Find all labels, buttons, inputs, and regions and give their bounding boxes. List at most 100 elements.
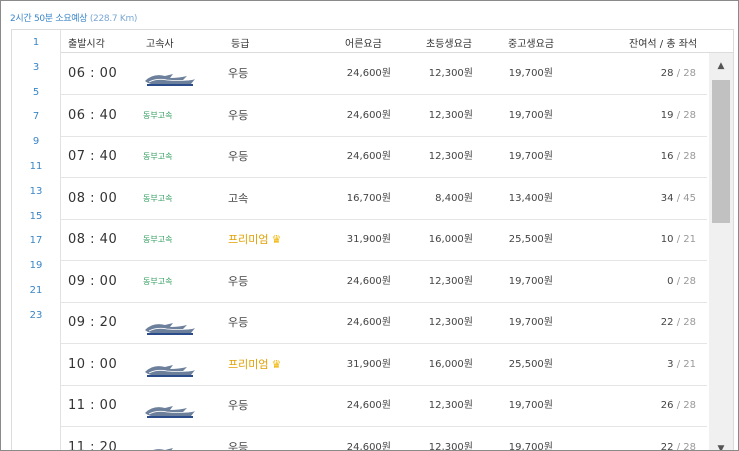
departure-time: 06 : 00 xyxy=(68,66,118,81)
scrollbar-thumb[interactable] xyxy=(712,80,730,223)
seats-cell: 0 / 28 xyxy=(667,261,696,302)
hour-filter-list: 1 3 5 7 9 11 13 15 17 19 21 23 xyxy=(12,30,61,450)
departure-time: 09 : 00 xyxy=(68,273,118,289)
cheonil-bus-logo-icon xyxy=(143,397,197,418)
teen-fare: 19,700원 xyxy=(508,441,553,451)
adult-fare: 16,700원 xyxy=(346,192,391,204)
trip-distance: (228.7 Km) xyxy=(89,14,138,24)
child-fare: 12,300원 xyxy=(428,151,473,162)
grade-label: 우등 xyxy=(228,108,249,122)
table-row[interactable]: 09 : 20 우등 24,600원 12,300원 19,700원 22 / 28 xyxy=(61,302,707,344)
teen-fare: 19,700원 xyxy=(508,400,553,411)
table-row[interactable]: 11 : 20 우등 24,600원 12,300원 19,700원 22 / 28 xyxy=(61,427,707,451)
child-fare: 16,000원 xyxy=(428,234,473,245)
remaining-seats: 26 xyxy=(660,400,674,411)
table-row[interactable]: 08 : 00 동부고속 고속 16,700원 8,400원 13,400원 34 / 45 xyxy=(61,178,707,220)
header-child-fare: 초등생요금 xyxy=(426,39,472,50)
seats-cell: 19 / 28 xyxy=(661,95,696,136)
seats-cell: 16 / 28 xyxy=(661,136,696,177)
remaining-seats: 34 xyxy=(660,192,674,204)
grade-cell: 우등 xyxy=(228,95,248,136)
scroll-up-arrow-icon[interactable]: ▲ xyxy=(709,57,733,75)
hour-filter-21[interactable]: 21 xyxy=(12,285,60,296)
trip-duration: 2시간 50분 소요예상 xyxy=(10,14,88,24)
company-cell: 동부고속 xyxy=(143,261,203,302)
grade-cell: 고속 xyxy=(228,178,248,219)
total-seats: / 28 xyxy=(676,275,696,287)
teen-fare: 19,700원 xyxy=(508,109,553,121)
table-row[interactable]: 07 : 40 동부고속 우등 24,600원 12,300원 19,700원 16 / 2… xyxy=(61,136,707,178)
hour-filter-1[interactable]: 1 xyxy=(12,37,60,48)
grade-label: 우등 xyxy=(228,399,249,412)
hour-filter-3[interactable]: 3 xyxy=(12,62,60,73)
table-row[interactable]: 06 : 00 우등 24,600원 12,300원 19,700원 28 / 28 xyxy=(61,53,707,95)
departure-time: 11 : 00 xyxy=(68,398,118,413)
hour-filter-5[interactable]: 5 xyxy=(12,87,60,98)
total-seats: / 28 xyxy=(676,151,696,162)
grade-label: 프리미엄 xyxy=(228,357,269,371)
teen-fare: 19,700원 xyxy=(508,317,553,328)
table-row[interactable]: 11 : 00 우등 24,600원 12,300원 19,700원 26 / 28 xyxy=(61,385,707,427)
teen-fare: 19,700원 xyxy=(508,68,553,79)
seats-cell: 10 / 21 xyxy=(661,219,696,260)
grade-cell: 프리미엄 ♛ xyxy=(228,344,281,385)
hour-filter-23[interactable]: 23 xyxy=(12,310,60,321)
seats-cell: 22 / 28 xyxy=(661,302,696,343)
hour-filter-13[interactable]: 13 xyxy=(12,186,60,197)
seats-cell: 34 / 45 xyxy=(661,178,696,219)
cheonil-bus-logo-icon xyxy=(143,356,197,377)
total-seats: / 28 xyxy=(676,400,696,411)
grade-label: 프리미엄 xyxy=(228,233,269,246)
seats-cell: 26 / 28 xyxy=(661,385,696,426)
header-grade: 등급 xyxy=(231,39,250,50)
child-fare: 8,400원 xyxy=(435,192,473,204)
child-fare: 12,300원 xyxy=(428,317,473,328)
departure-time: 08 : 40 xyxy=(68,232,118,247)
hour-filter-9[interactable]: 9 xyxy=(12,136,60,147)
company-cell xyxy=(143,385,203,426)
remaining-seats: 3 xyxy=(667,358,674,370)
remaining-seats: 28 xyxy=(660,68,674,79)
seats-cell: 28 / 28 xyxy=(661,53,696,94)
adult-fare: 24,600원 xyxy=(346,441,391,451)
hour-filter-7[interactable]: 7 xyxy=(12,111,60,122)
remaining-seats: 16 xyxy=(660,151,674,162)
hour-filter-19[interactable]: 19 xyxy=(12,260,60,271)
grade-cell: 우등 xyxy=(228,136,248,177)
adult-fare: 24,600원 xyxy=(346,151,391,162)
child-fare: 12,300원 xyxy=(428,68,473,79)
teen-fare: 25,500원 xyxy=(508,358,553,370)
teen-fare: 19,700원 xyxy=(508,151,553,162)
schedule-panel: 1 3 5 7 9 11 13 15 17 19 21 23 출발시각 고속사 등급 어른요금 초등생… xyxy=(11,29,734,451)
header-adult-fare: 어른요금 xyxy=(345,39,382,50)
adult-fare: 24,600원 xyxy=(346,275,391,287)
grade-cell: 우등 xyxy=(228,427,248,451)
company-cell: 동부고속 xyxy=(143,136,203,177)
table-header: 출발시각 고속사 등급 어른요금 초등생요금 중고생요금 잔여석 / 총 좌석 xyxy=(61,30,733,53)
table-row[interactable]: 09 : 00 동부고속 우등 24,600원 12,300원 19,700원 0 / 28 xyxy=(61,261,707,303)
table-row[interactable]: 10 : 00 프리미엄 ♛ 31,900원 16,000원 25,500원 3 / 21 xyxy=(61,344,707,386)
table-row[interactable]: 06 : 40 동부고속 우등 24,600원 12,300원 19,700원 19 / 2… xyxy=(61,95,707,137)
hour-filter-17[interactable]: 17 xyxy=(12,235,60,246)
company-name: 동부고속 xyxy=(143,193,173,203)
company-cell xyxy=(143,427,203,450)
crown-icon: ♛ xyxy=(271,357,282,371)
header-departure-time: 출발시각 xyxy=(68,39,105,50)
child-fare: 16,000원 xyxy=(428,358,473,370)
hour-filter-15[interactable]: 15 xyxy=(12,211,60,222)
scrollbar[interactable]: ▲ ▼ xyxy=(709,53,733,450)
header-teen-fare: 중고생요금 xyxy=(508,39,554,50)
cheonil-bus-logo-icon xyxy=(143,65,197,86)
child-fare: 12,300원 xyxy=(428,400,473,411)
adult-fare: 31,900원 xyxy=(346,358,391,370)
header-seats: 잔여석 / 총 좌석 xyxy=(629,39,698,50)
total-seats: / 28 xyxy=(676,441,696,451)
scroll-down-arrow-icon[interactable]: ▼ xyxy=(709,440,733,450)
company-name: 동부고속 xyxy=(143,276,173,286)
schedule-rows: 06 : 00 우등 24,600원 12,300원 19,700원 28 / 28 06 … xyxy=(61,53,707,451)
teen-fare: 25,500원 xyxy=(508,234,553,245)
hour-filter-11[interactable]: 11 xyxy=(12,161,60,172)
table-row[interactable]: 08 : 40 동부고속 프리미엄 ♛ 31,900원 16,000원 25,500원 10 … xyxy=(61,219,707,261)
total-seats: / 21 xyxy=(676,358,696,370)
departure-time: 09 : 20 xyxy=(68,315,118,330)
